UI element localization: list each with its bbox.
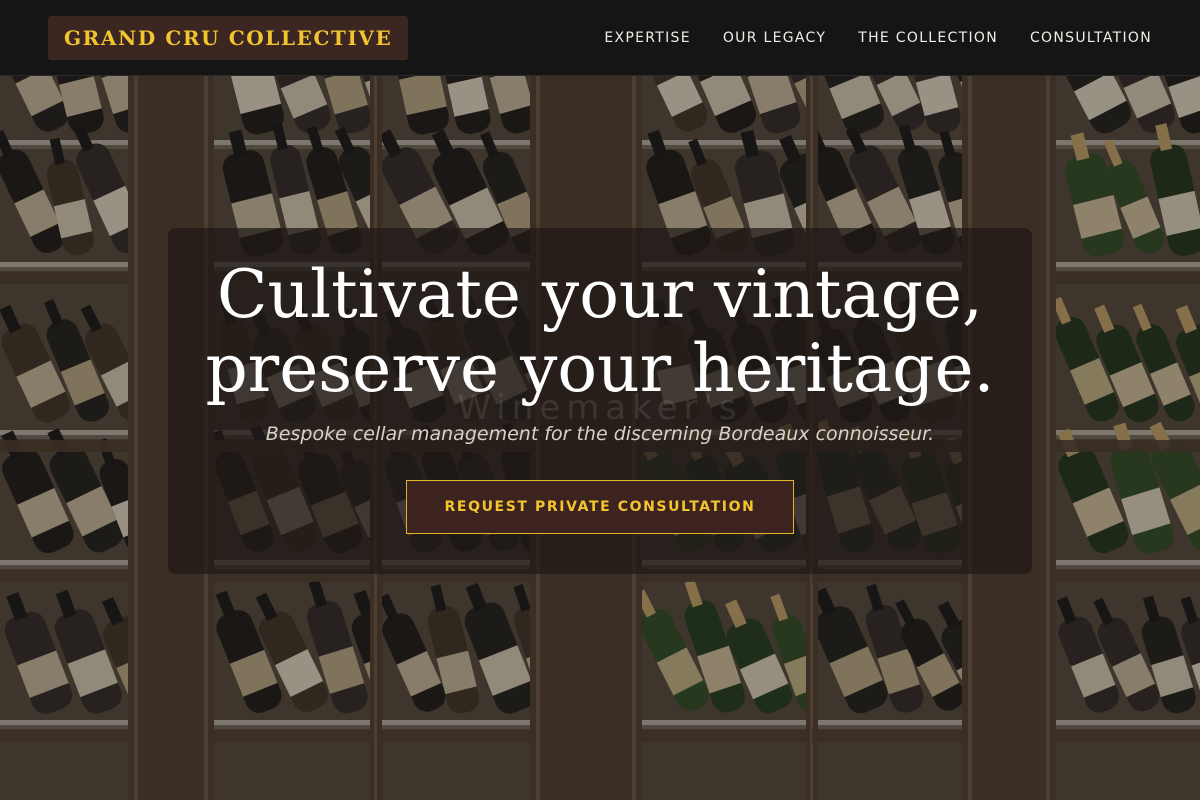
- site-header: GRAND CRU COLLECTIVE EXPERTISE OUR LEGAC…: [0, 0, 1200, 76]
- nav-link-our-legacy[interactable]: OUR LEGACY: [723, 30, 826, 46]
- landing-page: GRAND CRU COLLECTIVE EXPERTISE OUR LEGAC…: [0, 0, 1200, 800]
- request-consultation-button[interactable]: REQUEST PRIVATE CONSULTATION: [406, 480, 794, 534]
- nav-link-expertise[interactable]: EXPERTISE: [604, 30, 691, 46]
- brand-logo[interactable]: GRAND CRU COLLECTIVE: [48, 16, 409, 60]
- hero-title: Cultivate your vintage, preserve your he…: [168, 258, 1032, 406]
- hero-subtitle: Bespoke cellar management for the discer…: [265, 423, 935, 445]
- hero-title-line-1: Cultivate your vintage,: [216, 256, 984, 333]
- main-nav: EXPERTISE OUR LEGACY THE COLLECTION CONS…: [604, 0, 1152, 76]
- nav-link-the-collection[interactable]: THE COLLECTION: [858, 30, 998, 46]
- nav-link-consultation[interactable]: CONSULTATION: [1030, 30, 1152, 46]
